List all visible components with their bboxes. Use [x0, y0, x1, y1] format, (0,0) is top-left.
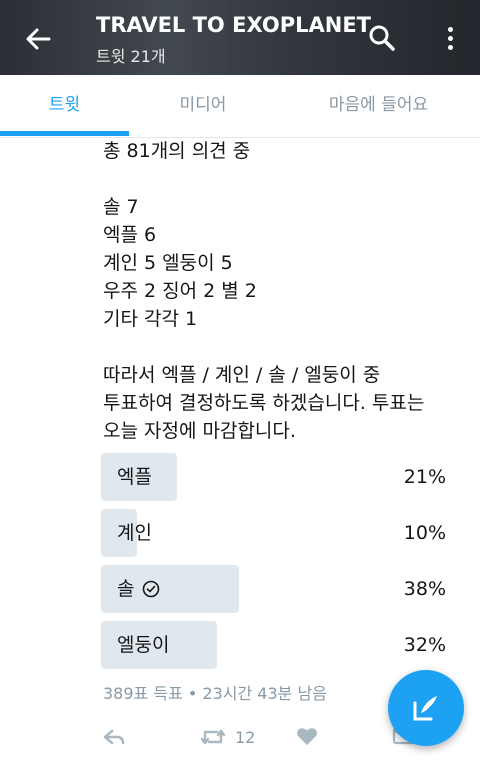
text-line: 우주 2 징어 2 별 2 [103, 280, 257, 302]
profile-title: TRAVEL TO EXOPLANET [96, 13, 372, 37]
dot-icon [447, 44, 453, 50]
retweet-count: 12 [235, 728, 256, 747]
poll-option-label: 엘둥이 [117, 621, 169, 669]
poll-option[interactable]: 엘둥이 32% [101, 621, 446, 669]
profile-header: TRAVEL TO EXOPLANET 트윗 21개 [0, 0, 480, 75]
profile-tabs: 트윗 미디어 마음에 들어요 [0, 75, 480, 138]
text-line: 솔 7 [103, 196, 139, 218]
tweet-count: 트윗 21개 [96, 47, 166, 66]
poll-percent: 10% [403, 522, 446, 544]
active-tab-indicator [0, 131, 129, 136]
tab-likes[interactable]: 마음에 들어요 [277, 75, 480, 135]
text-line: 기타 각각 1 [103, 308, 198, 330]
poll-label-text: 엑플 [117, 466, 152, 488]
poll-option-label: 계인 [117, 509, 152, 557]
tweet-text: 총 81개의 의견 중 솔 7 엑플 6 계인 5 엘둥이 5 우주 2 징어 … [103, 137, 463, 445]
retweet-button[interactable] [200, 726, 226, 752]
poll-option[interactable]: 솔 38% [101, 565, 446, 613]
poll-percent: 32% [403, 634, 446, 656]
poll-percent: 21% [403, 466, 446, 488]
poll-option-label: 솔 [117, 565, 160, 613]
tab-tweets[interactable]: 트윗 [0, 75, 129, 135]
text-line: 총 81개의 의견 중 [103, 140, 251, 162]
heart-icon [297, 728, 317, 745]
poll-option[interactable]: 엑플 21% [101, 453, 446, 501]
reply-icon [103, 729, 125, 745]
more-options-button[interactable] [440, 22, 460, 54]
dot-icon [447, 26, 453, 32]
search-icon [369, 25, 395, 51]
check-circle-icon [143, 580, 160, 598]
compose-icon [413, 696, 437, 721]
poll-label-text: 계인 [117, 522, 152, 544]
text-line: 따라서 엑플 / 계인 / 솔 / 엘둥이 중 [103, 364, 381, 386]
poll-label-text: 솔 [117, 578, 135, 600]
tab-media[interactable]: 미디어 [129, 75, 277, 135]
text-line: 오늘 자정에 마감합니다. [103, 420, 296, 442]
poll-percent: 38% [403, 578, 446, 600]
poll-option-label: 엑플 [117, 453, 152, 501]
arrow-left-icon [26, 28, 51, 50]
poll-meta: 389표 득표 • 23시간 43분 남음 [103, 684, 327, 703]
search-button[interactable] [366, 22, 398, 54]
compose-tweet-button[interactable] [388, 670, 464, 746]
dot-icon [447, 35, 453, 41]
text-line: 투표하여 결정하도록 하겠습니다. 투표는 [103, 392, 425, 414]
back-button[interactable] [18, 19, 58, 59]
poll-label-text: 엘둥이 [117, 634, 170, 656]
reply-button[interactable] [102, 726, 126, 752]
retweet-icon [200, 729, 226, 745]
text-line: 엑플 6 [103, 224, 157, 246]
text-line: 계인 5 엘둥이 5 [103, 252, 233, 274]
poll-option[interactable]: 계인 10% [101, 509, 446, 557]
like-button[interactable] [296, 726, 318, 750]
